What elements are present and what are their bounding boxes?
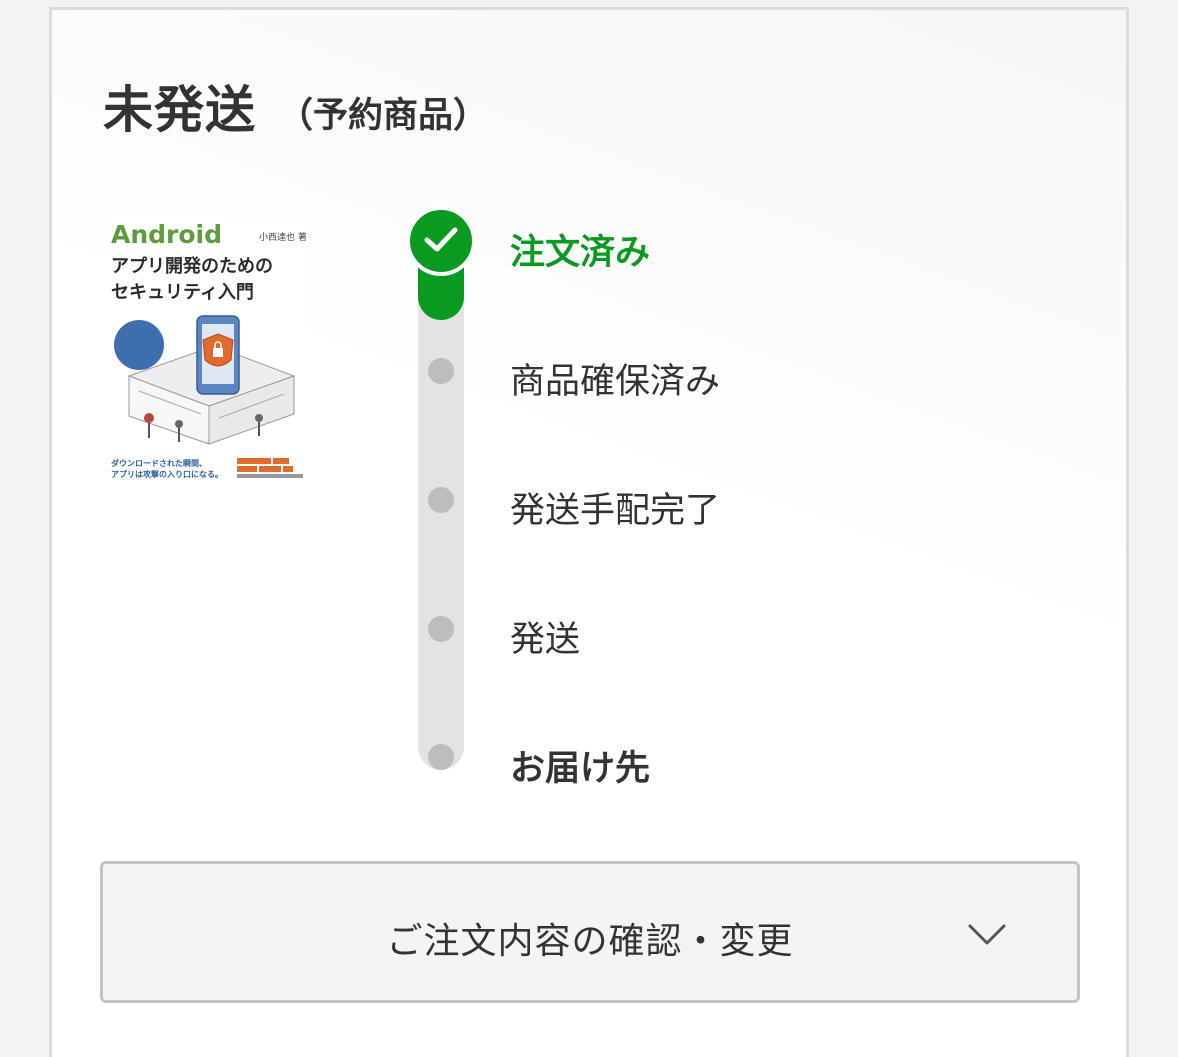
chevron-down-icon [968,924,1006,945]
shipping-status-title: 未発送 [103,81,256,139]
cover-tagline: ダウンロードされた瞬間、 アプリは攻撃の入り口になる。 [111,459,223,479]
order-details-toggle-label: ご注文内容の確認・変更 [386,921,794,962]
cover-illustration [127,315,296,445]
step-label-shipping-arranged: 発送手配完了 [510,491,721,531]
step-marker [428,487,454,513]
cover-author: 小西達也 著 [259,233,307,243]
step-marker [428,744,454,770]
step-marker [428,616,454,642]
product-cover-image[interactable]: Android 小西達也 著 アプリ開発のための セキュリティ入門 ダウンロード… [109,218,309,490]
cover-title-line2: セキュリティ入門 [111,282,254,303]
preorder-note: （予約商品） [278,96,489,136]
step-label-ordered: 注文済み [510,233,651,273]
order-details-toggle-button[interactable]: ご注文内容の確認・変更 [100,861,1080,1003]
order-status-card: 未発送 （予約商品） Android 小西達也 著 アプリ開発のための セキュリ… [49,7,1129,1057]
cover-tags [237,458,303,478]
cover-brand: Android [111,220,223,249]
cover-title-line1: アプリ開発のための [111,256,273,277]
step-label-shipped: 発送 [510,620,581,660]
order-status-heading: 未発送 （予約商品） [103,70,488,142]
check-icon [424,227,458,252]
step-label-delivery-address: お届け先 [510,749,651,789]
step-complete-marker [406,206,476,276]
step-label-reserved: 商品確保済み [510,362,721,402]
step-marker [428,358,454,384]
